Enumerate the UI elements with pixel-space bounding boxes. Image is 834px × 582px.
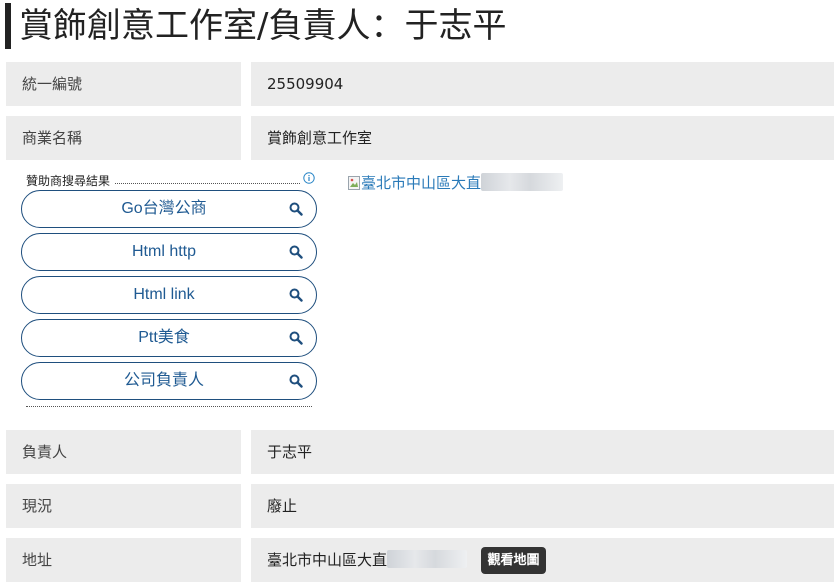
field-row-status: 現況 廢止 <box>0 484 834 528</box>
page-title: 賞飾創意工作室/負責人：于志平 <box>5 3 506 49</box>
sponsored-search-item-label: Ptt美食 <box>138 329 190 346</box>
tax-id-label: 統一編號 <box>6 62 241 106</box>
field-row-address: 地址 臺北市中山區大直 <box>0 538 834 582</box>
sponsored-search-title: 贊助商搜尋結果 <box>26 174 115 188</box>
sponsored-search-item-label: Html link <box>133 286 195 303</box>
field-row-business-name: 商業名稱 賞飾創意工作室 <box>0 116 834 160</box>
search-icon <box>289 245 303 259</box>
field-row-representative: 負責人 于志平 <box>0 430 834 474</box>
sponsored-footer-divider <box>26 406 312 407</box>
search-icon <box>289 331 303 345</box>
sponsored-search-item-label: 公司負責人 <box>123 372 204 389</box>
sponsored-search-item-ptt[interactable]: Ptt美食 <box>21 319 317 357</box>
map-image-alt-text: 臺北市中山區大直 <box>361 174 482 192</box>
tax-id-value: 25509904 <box>251 62 834 106</box>
status-value: 廢止 <box>251 484 834 528</box>
sponsored-search-item-html-link[interactable]: Html link <box>21 276 317 314</box>
redacted-address-blur <box>481 173 564 191</box>
business-name-value: 賞飾創意工作室 <box>251 116 834 160</box>
sponsored-search-header: 贊助商搜尋結果 <box>26 172 316 190</box>
field-row-tax-id: 統一編號 25509904 <box>0 62 834 106</box>
info-circle-icon[interactable] <box>302 172 316 186</box>
sponsored-search-box: 贊助商搜尋結果 Go台灣公商 Html http Html link Ptt美食… <box>20 170 320 410</box>
representative-value: 于志平 <box>251 430 834 474</box>
view-map-button[interactable]: 觀看地圖 <box>481 547 546 574</box>
address-label: 地址 <box>6 538 241 582</box>
redacted-address-blur <box>387 550 468 568</box>
search-icon <box>289 374 303 388</box>
search-icon <box>289 288 303 302</box>
sponsored-search-item-label: Go台灣公商 <box>121 200 207 217</box>
status-label: 現況 <box>6 484 241 528</box>
sponsored-search-item-label: Html http <box>131 243 196 260</box>
search-icon <box>289 202 303 216</box>
sponsored-search-item-go[interactable]: Go台灣公商 <box>21 190 317 228</box>
sponsored-search-item-company-owner[interactable]: 公司負責人 <box>21 362 317 400</box>
business-name-label: 商業名稱 <box>6 116 241 160</box>
address-text: 臺北市中山區大直 <box>267 551 388 569</box>
map-image-placeholder[interactable]: 臺北市中山區大直 <box>348 173 564 193</box>
sponsored-search-item-html-http[interactable]: Html http <box>21 233 317 271</box>
broken-image-icon <box>348 176 360 190</box>
representative-label: 負責人 <box>6 430 241 474</box>
